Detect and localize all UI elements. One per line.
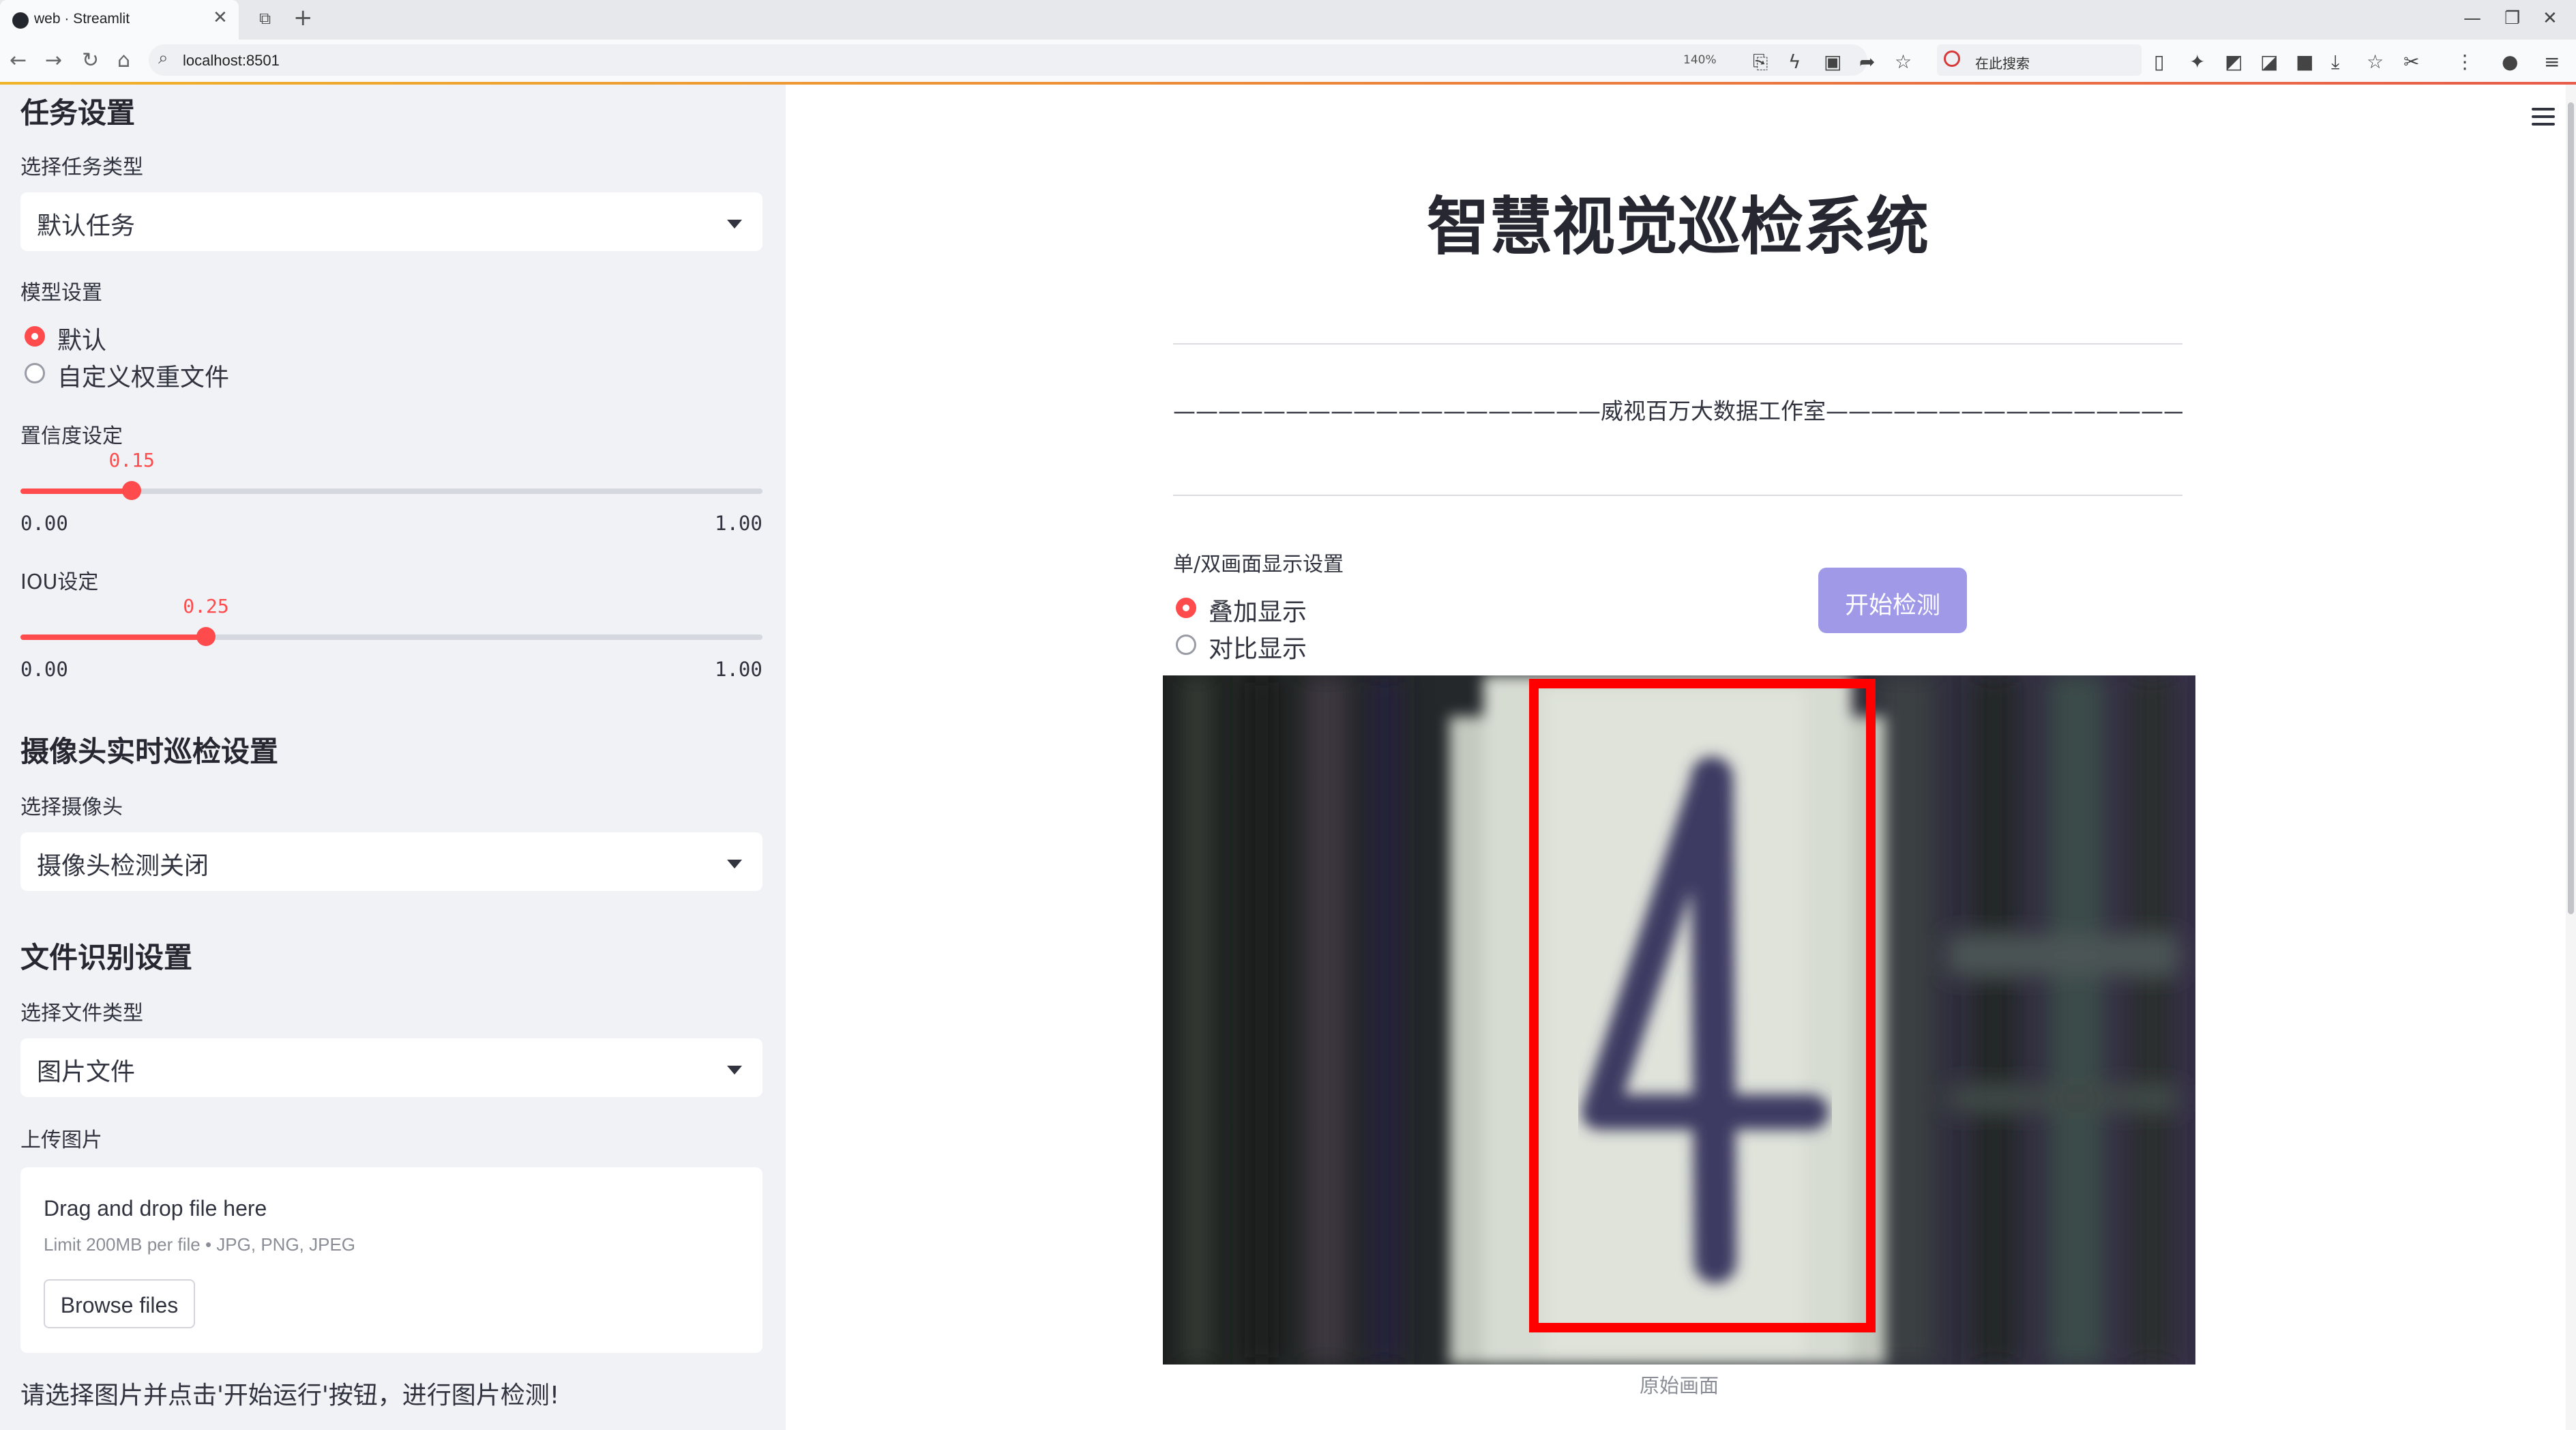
chevron-down-icon bbox=[727, 860, 742, 869]
extension-blue-icon[interactable]: ◩ bbox=[2225, 50, 2242, 73]
extension-box-icon[interactable]: ◪ bbox=[2260, 50, 2278, 73]
camera-select-value: 摄像头检测关闭 bbox=[37, 852, 209, 880]
upload-label: 上传图片 bbox=[20, 1128, 102, 1152]
iou-min: 0.00 bbox=[20, 658, 68, 681]
streamlit-favicon-icon bbox=[12, 12, 29, 29]
display-mode-label: 单/双画面显示设置 bbox=[1173, 553, 1344, 577]
confidence-max: 1.00 bbox=[715, 512, 763, 535]
restore-icon[interactable]: ❐ bbox=[2504, 8, 2520, 29]
confidence-min: 0.00 bbox=[20, 512, 68, 535]
extension-color-icon[interactable]: ✦ bbox=[2189, 50, 2205, 73]
forward-icon[interactable]: → bbox=[45, 48, 62, 72]
camera-select[interactable]: 摄像头检测关闭 bbox=[20, 832, 763, 891]
flash-icon[interactable]: ϟ bbox=[1788, 50, 1801, 73]
file-settings-heading: 文件识别设置 bbox=[20, 941, 193, 974]
model-default-label[interactable]: 默认 bbox=[57, 321, 106, 356]
camera-settings-heading: 摄像头实时巡检设置 bbox=[20, 735, 279, 768]
window-close-icon[interactable]: ✕ bbox=[2543, 8, 2558, 29]
overlay-display-label[interactable]: 叠加显示 bbox=[1209, 592, 1307, 628]
iou-slider-fill bbox=[20, 634, 206, 640]
file-type-value: 图片文件 bbox=[37, 1058, 136, 1086]
browser-search-box[interactable]: 在此搜索 bbox=[1937, 44, 2142, 76]
studio-subtitle: ———————————————————威视百万大数据工作室———————————… bbox=[1173, 398, 2182, 424]
phone-icon[interactable]: ▯ bbox=[2154, 50, 2164, 73]
tab-close-icon[interactable]: ✕ bbox=[213, 8, 228, 28]
address-bar: ← → ↻ ⌂ ⌕ localhost:8501 140% ⎘ ϟ ▣ ➦ ☆ … bbox=[0, 40, 2576, 83]
divider bbox=[1173, 495, 2182, 496]
tab-title: web · Streamlit bbox=[34, 11, 130, 27]
search-icon: ⌕ bbox=[158, 48, 168, 68]
task-type-value: 默认任务 bbox=[37, 212, 136, 240]
start-detection-label: 开始检测 bbox=[1844, 592, 1940, 619]
browser-tab-bar: web · Streamlit ✕ ⧉ + — ❐ ✕ bbox=[0, 0, 2576, 40]
download-icon[interactable]: ⤓ bbox=[2331, 50, 2339, 74]
bookmark-star-icon[interactable]: ☆ bbox=[1895, 50, 1912, 73]
profile-avatar-icon[interactable]: ● bbox=[2502, 50, 2518, 73]
divider bbox=[1173, 343, 2182, 345]
search-placeholder: 在此搜索 bbox=[1975, 55, 2030, 72]
hamburger-menu-icon[interactable] bbox=[2532, 108, 2555, 127]
page-title: 智慧视觉巡检系统 bbox=[1426, 190, 1929, 263]
compare-display-label[interactable]: 对比显示 bbox=[1209, 629, 1307, 665]
file-type-select[interactable]: 图片文件 bbox=[20, 1038, 763, 1097]
confidence-value: 0.15 bbox=[108, 449, 155, 471]
home-icon[interactable]: ⌂ bbox=[117, 48, 130, 72]
iou-label: IOU设定 bbox=[20, 570, 99, 594]
url-field[interactable]: ⌕ localhost:8501 bbox=[149, 44, 1867, 76]
model-custom-label[interactable]: 自定义权重文件 bbox=[57, 358, 229, 393]
image-caption: 原始画面 bbox=[1639, 1374, 1719, 1397]
back-icon[interactable]: ← bbox=[10, 48, 27, 72]
browser-menu-icon[interactable]: ≡ bbox=[2544, 50, 2560, 73]
sidebar: 任务设置 选择任务类型 默认任务 模型设置 默认 自定义权重文件 置信度设定 0… bbox=[0, 85, 786, 1430]
confidence-label: 置信度设定 bbox=[20, 424, 123, 448]
share-icon[interactable]: ➦ bbox=[1859, 50, 1875, 73]
upload-limit-text: Limit 200MB per file • JPG, PNG, JPEG bbox=[44, 1234, 356, 1255]
more-vertical-icon[interactable]: ⋮ bbox=[2455, 50, 2474, 73]
minimize-icon[interactable]: — bbox=[2463, 8, 2481, 29]
confidence-slider-thumb[interactable] bbox=[122, 481, 142, 500]
scrollbar-thumb[interactable] bbox=[2568, 102, 2574, 914]
chevron-down-icon bbox=[727, 1066, 742, 1075]
reload-icon[interactable]: ↻ bbox=[82, 48, 99, 72]
file-uploader-dropzone[interactable]: Drag and drop file here Limit 200MB per … bbox=[20, 1167, 763, 1353]
task-type-label: 选择任务类型 bbox=[20, 156, 143, 179]
screenshot-icon[interactable]: ✂ bbox=[2403, 50, 2419, 73]
browse-files-label: Browse files bbox=[60, 1293, 179, 1317]
extension-dark-icon[interactable]: ■ bbox=[2296, 50, 2313, 73]
iou-value: 0.25 bbox=[183, 595, 229, 617]
task-settings-heading: 任务设置 bbox=[20, 96, 136, 130]
iou-slider-thumb[interactable] bbox=[196, 627, 216, 646]
new-tab-icon[interactable]: + bbox=[293, 4, 313, 31]
iou-slider[interactable]: 0.25 bbox=[20, 595, 763, 646]
model-default-radio[interactable] bbox=[25, 326, 45, 347]
favorites-icon[interactable]: ☆ bbox=[2367, 50, 2384, 73]
tab-overview-icon[interactable]: ⧉ bbox=[259, 9, 271, 28]
camera-select-label: 选择摄像头 bbox=[20, 796, 123, 819]
task-type-select[interactable]: 默认任务 bbox=[20, 192, 763, 251]
file-type-label: 选择文件类型 bbox=[20, 1002, 143, 1025]
drop-instructions: Drag and drop file here bbox=[44, 1196, 267, 1221]
url-text: localhost:8501 bbox=[183, 52, 280, 69]
translate-icon[interactable]: ⎘ bbox=[1753, 50, 1768, 74]
confidence-slider[interactable]: 0.15 bbox=[20, 449, 763, 500]
confidence-slider-fill bbox=[20, 488, 132, 494]
browser-tab[interactable]: web · Streamlit ✕ bbox=[0, 0, 239, 40]
zoom-level[interactable]: 140% bbox=[1683, 53, 1717, 67]
model-settings-label: 模型设置 bbox=[20, 281, 102, 305]
detection-result-image bbox=[1163, 675, 2195, 1365]
compare-display-radio[interactable] bbox=[1176, 634, 1196, 655]
browse-files-button[interactable]: Browse files bbox=[44, 1279, 195, 1328]
model-custom-radio[interactable] bbox=[25, 363, 45, 383]
overlay-display-radio[interactable] bbox=[1176, 598, 1196, 618]
sidebar-instruction-text: 请选择图片并点击'开始运行'按钮，进行图片检测! bbox=[20, 1382, 560, 1410]
start-detection-button[interactable]: 开始检测 bbox=[1818, 568, 1967, 633]
iou-max: 1.00 bbox=[715, 658, 763, 681]
chevron-down-icon bbox=[727, 220, 742, 229]
extension-icon[interactable]: ▣ bbox=[1824, 50, 1841, 73]
search-engine-icon bbox=[1944, 50, 1960, 67]
